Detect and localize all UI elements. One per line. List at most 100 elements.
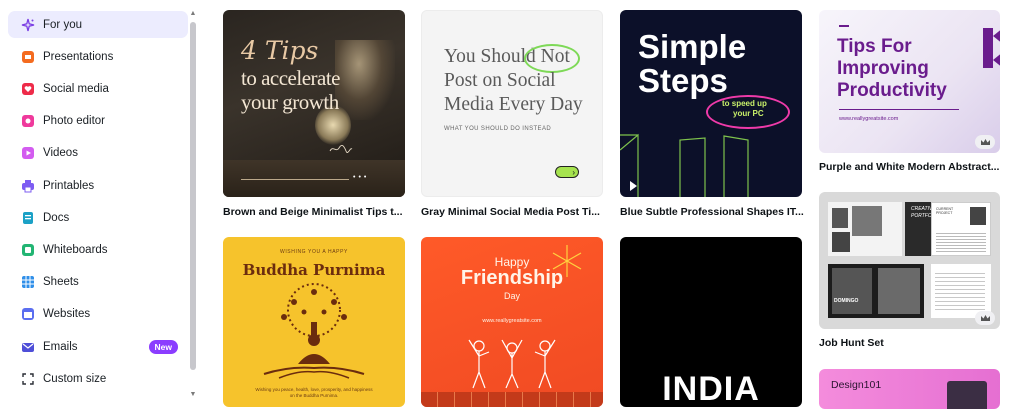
template-caption[interactable]: Blue Subtle Professional Shapes IT... bbox=[620, 206, 804, 218]
abstract-shape bbox=[983, 28, 1000, 68]
printer-icon bbox=[21, 179, 35, 193]
sidebar-item-sheets[interactable]: Sheets bbox=[8, 269, 188, 296]
template-card-social-media-post[interactable]: You Should Not Post on Social Media Ever… bbox=[421, 10, 603, 197]
template-card-india[interactable]: INDIA bbox=[620, 237, 802, 407]
portfolio-photo bbox=[832, 268, 872, 314]
sidebar-item-label: Videos bbox=[43, 147, 78, 160]
resume-lines bbox=[936, 231, 986, 253]
india-title: INDIA bbox=[662, 370, 760, 407]
post-heading-3: Media Every Day bbox=[444, 94, 583, 115]
laptop-graphic bbox=[947, 381, 987, 409]
friendship-url: www.reallygreatsite.com bbox=[482, 318, 542, 324]
premium-crown-icon bbox=[975, 311, 995, 325]
sidebar-item-label: Emails bbox=[43, 340, 78, 353]
portfolio-photo bbox=[852, 206, 882, 236]
sidebar-item-label: Presentations bbox=[43, 50, 114, 63]
buddha-top-text: WISHING YOU A HAPPY bbox=[280, 249, 348, 255]
sidebar-item-custom-size[interactable]: Custom size bbox=[8, 365, 188, 392]
premium-crown-icon bbox=[975, 135, 995, 149]
template-card-design101[interactable]: Design101 bbox=[819, 369, 1000, 409]
outline-shapes bbox=[620, 133, 749, 197]
template-caption[interactable]: Purple and White Modern Abstract... bbox=[819, 161, 999, 173]
tree-illustration bbox=[263, 283, 365, 379]
sidebar-item-emails[interactable]: Emails New bbox=[8, 333, 188, 360]
sidebar-item-whiteboards[interactable]: Whiteboards bbox=[8, 236, 188, 263]
sidebar-item-label: Whiteboards bbox=[43, 243, 108, 256]
buddha-footer: Wishing you peace, health, love, prosper… bbox=[255, 387, 373, 398]
post-subtitle: WHAT YOU SHOULD DO INSTEAD bbox=[444, 126, 552, 132]
bottom-line bbox=[241, 179, 349, 180]
design101-title: Design101 bbox=[831, 379, 882, 391]
brick-wall bbox=[421, 392, 603, 407]
portfolio-photo bbox=[832, 208, 848, 228]
portfolio-page-3: DOMINGO bbox=[828, 264, 924, 318]
resume-photo bbox=[970, 207, 986, 225]
progress-dots: ••• bbox=[353, 174, 370, 181]
camera-icon bbox=[21, 114, 35, 128]
heart-icon bbox=[21, 82, 35, 96]
purple-dash bbox=[839, 25, 849, 27]
website-icon bbox=[21, 307, 35, 321]
doc-icon bbox=[21, 211, 35, 225]
portfolio-photo bbox=[878, 268, 920, 314]
template-card-buddha-purnima[interactable]: WISHING YOU A HAPPY Buddha Purnima Wishi… bbox=[223, 237, 405, 407]
portfolio-photo bbox=[832, 232, 850, 252]
friendship-line-3: Day bbox=[503, 291, 520, 301]
purple-rule bbox=[839, 109, 959, 110]
productivity-heading-1: Tips For bbox=[837, 36, 912, 57]
sidebar-item-docs[interactable]: Docs bbox=[8, 204, 188, 231]
presentation-icon bbox=[21, 50, 35, 64]
post-heading-2: Post on Social bbox=[444, 70, 556, 91]
sidebar-item-for-you[interactable]: For you bbox=[8, 11, 188, 38]
friends-illustration bbox=[468, 339, 556, 389]
sheet-icon bbox=[21, 275, 35, 289]
template-caption[interactable]: Gray Minimal Social Media Post Ti... bbox=[421, 206, 600, 218]
sidebar-item-label: For you bbox=[43, 18, 82, 31]
template-caption[interactable]: Job Hunt Set bbox=[819, 337, 884, 349]
template-card-simple-steps[interactable]: Simple Steps to speed up your PC bbox=[620, 10, 802, 197]
play-icon[interactable] bbox=[630, 181, 637, 191]
domingo-label: DOMINGO bbox=[834, 298, 859, 304]
sidebar-item-label: Printables bbox=[43, 179, 95, 192]
resize-icon bbox=[21, 372, 35, 386]
whiteboard-icon bbox=[21, 243, 35, 257]
scroll-down-arrow[interactable]: ▼ bbox=[189, 391, 197, 399]
email-icon bbox=[21, 340, 35, 354]
resume-lines bbox=[935, 270, 985, 310]
new-badge: New bbox=[148, 339, 178, 354]
sidebar-item-videos[interactable]: Videos bbox=[8, 140, 188, 167]
sidebar-item-label: Sheets bbox=[43, 276, 79, 289]
template-card-friendship-day[interactable]: Happy Friendship Day www.reallygreatsite… bbox=[421, 237, 603, 407]
highlight-circle bbox=[524, 44, 580, 73]
productivity-heading-2: Improving bbox=[837, 58, 929, 79]
next-arrow-button: › bbox=[555, 166, 579, 178]
sparkle-icon bbox=[21, 18, 35, 32]
resume-page-2 bbox=[931, 264, 991, 318]
sidebar: For you Presentations Social media Photo ed… bbox=[0, 0, 205, 401]
fireworks-decoration bbox=[552, 245, 582, 277]
sidebar-item-social-media[interactable]: Social media bbox=[8, 75, 188, 102]
scroll-up-arrow[interactable]: ▲ bbox=[189, 10, 197, 18]
tips-heading: 4 Tips bbox=[241, 36, 319, 65]
tips-subheading-1: to accelerate bbox=[241, 66, 341, 90]
sidebar-scrollbar[interactable] bbox=[190, 22, 196, 370]
template-caption[interactable]: Brown and Beige Minimalist Tips t... bbox=[223, 206, 403, 218]
sidebar-item-printables[interactable]: Printables bbox=[8, 172, 188, 199]
sidebar-item-label: Websites bbox=[43, 308, 91, 321]
sidebar-item-label: Photo editor bbox=[43, 115, 106, 128]
signature bbox=[329, 144, 353, 157]
template-card-tips-growth[interactable]: 4 Tips to accelerate your growth ••• bbox=[223, 10, 405, 197]
lamp-decoration bbox=[335, 40, 395, 120]
template-card-productivity[interactable]: Tips For Improving Productivity www.real… bbox=[819, 10, 1000, 153]
sidebar-item-websites[interactable]: Websites bbox=[8, 301, 188, 328]
productivity-heading-3: Productivity bbox=[837, 80, 947, 101]
template-card-job-hunt-set[interactable]: CREATIVE PORTFOLIO CURRENT PROJECT DOMIN… bbox=[819, 192, 1000, 329]
portfolio-page-1 bbox=[828, 202, 902, 256]
sidebar-item-label: Docs bbox=[43, 211, 70, 224]
sidebar-item-label: Custom size bbox=[43, 372, 107, 385]
video-icon bbox=[21, 146, 35, 160]
tips-subheading-2: your growth bbox=[241, 90, 339, 114]
sidebar-item-presentations[interactable]: Presentations bbox=[8, 43, 188, 70]
sidebar-item-photo-editor[interactable]: Photo editor bbox=[8, 108, 188, 135]
buddha-title: Buddha Purnima bbox=[242, 261, 386, 279]
